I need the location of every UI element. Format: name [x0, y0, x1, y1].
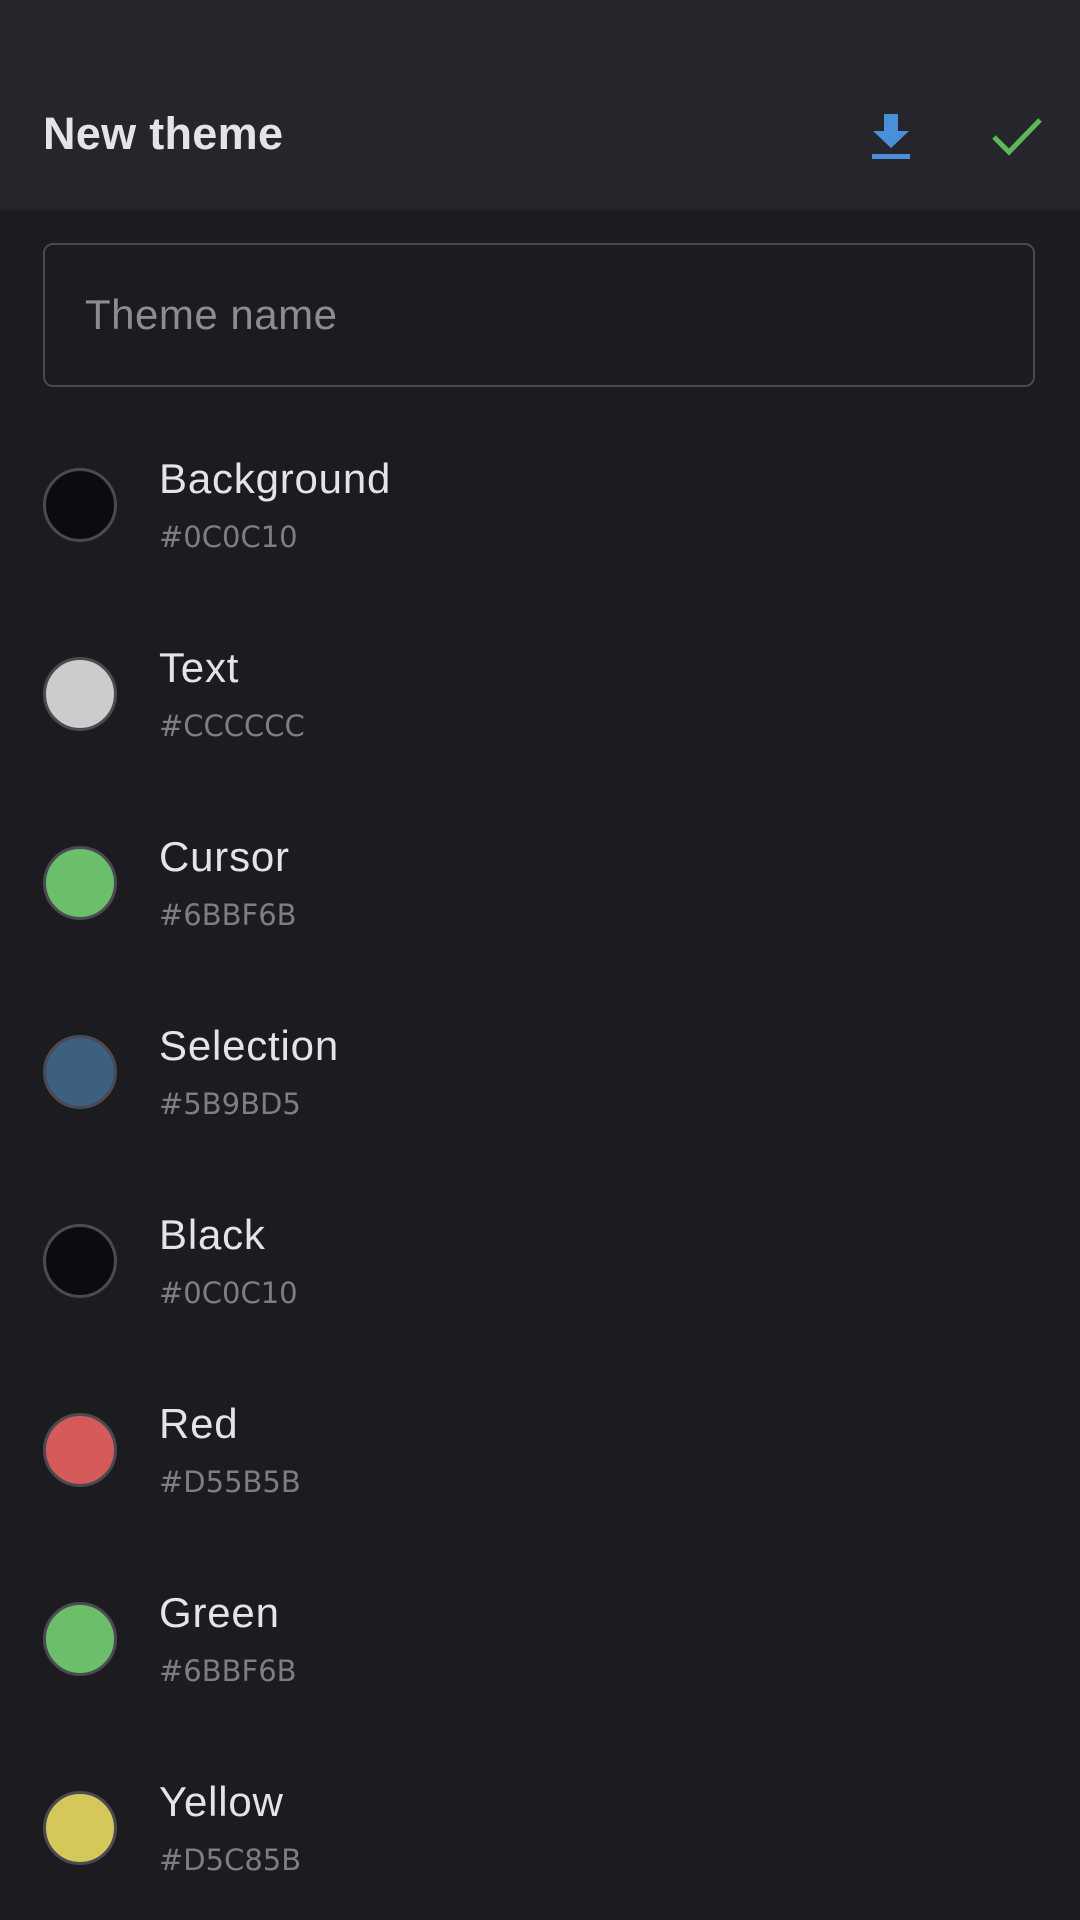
color-label: Green	[159, 1589, 280, 1636]
color-item-text[interactable]: Text #CCCCCC	[0, 597, 1080, 786]
color-swatch[interactable]	[43, 1035, 117, 1109]
theme-editor-screen: New theme Background #0C0C10 Text #CCCCC…	[0, 0, 1080, 1920]
color-swatch[interactable]	[43, 1602, 117, 1676]
color-item-background[interactable]: Background #0C0C10	[0, 408, 1080, 597]
top-app-bar: New theme	[0, 0, 1080, 210]
color-item-black[interactable]: Black #0C0C10	[0, 1164, 1080, 1353]
save-theme-button[interactable]	[981, 100, 1053, 172]
color-item-cursor[interactable]: Cursor #6BBF6B	[0, 786, 1080, 975]
color-label: Selection	[159, 1022, 339, 1069]
color-hex-value: #0C0C10	[159, 520, 298, 554]
color-swatch[interactable]	[43, 846, 117, 920]
color-hex-value: #CCCCCC	[159, 709, 305, 743]
color-item-green[interactable]: Green #6BBF6B	[0, 1542, 1080, 1731]
color-hex-value: #D55B5B	[159, 1465, 301, 1499]
color-label: Background	[159, 455, 392, 502]
color-hex-value: #6BBF6B	[159, 1654, 297, 1688]
color-label: Yellow	[159, 1778, 284, 1825]
download-button[interactable]	[855, 100, 927, 172]
color-label: Cursor	[159, 833, 290, 880]
color-hex-value: #D5C85B	[159, 1843, 302, 1877]
color-item-red[interactable]: Red #D55B5B	[0, 1353, 1080, 1542]
color-label: Black	[159, 1211, 266, 1258]
color-hex-value: #0C0C10	[159, 1276, 298, 1310]
color-list: Background #0C0C10 Text #CCCCCC Cursor #…	[0, 408, 1080, 1920]
color-swatch[interactable]	[43, 657, 117, 731]
color-swatch[interactable]	[43, 468, 117, 542]
page-title: New theme	[43, 108, 284, 159]
color-item-yellow[interactable]: Yellow #D5C85B	[0, 1731, 1080, 1920]
color-label: Text	[159, 644, 240, 691]
color-label: Red	[159, 1400, 239, 1447]
color-swatch[interactable]	[43, 1413, 117, 1487]
download-icon	[872, 114, 910, 159]
color-swatch[interactable]	[43, 1224, 117, 1298]
color-hex-value: #5B9BD5	[159, 1087, 301, 1121]
color-item-selection[interactable]: Selection #5B9BD5	[0, 975, 1080, 1164]
color-hex-value: #6BBF6B	[159, 898, 297, 932]
theme-name-input[interactable]	[85, 245, 985, 385]
check-icon	[992, 118, 1042, 156]
theme-name-field[interactable]	[43, 243, 1035, 387]
color-swatch[interactable]	[43, 1791, 117, 1865]
